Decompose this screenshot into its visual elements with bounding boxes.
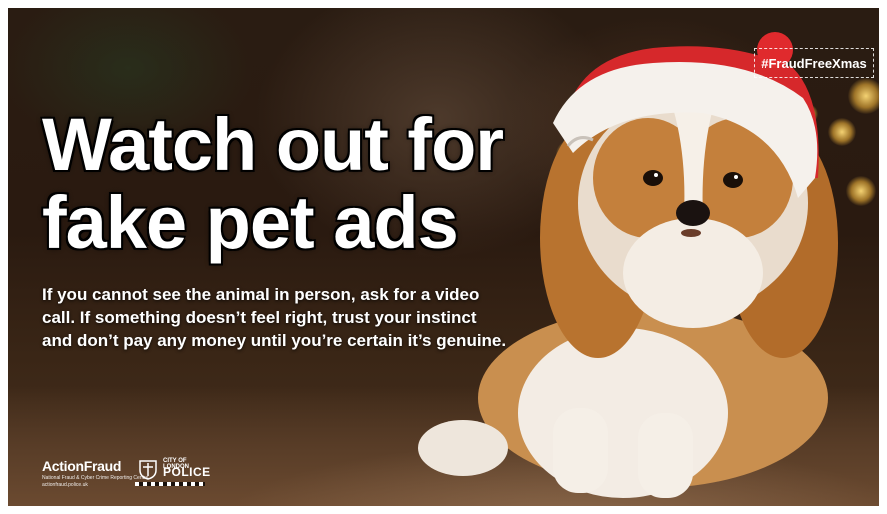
- action-fraud-logo: ActionFraud National Fraud & Cyber Crime…: [42, 458, 148, 488]
- ad-banner: #FraudFreeXmas Watch out for fake pet ad…: [8, 8, 879, 506]
- body-line-2: call. If something doesn’t feel right, t…: [42, 308, 477, 327]
- body-line-1: If you cannot see the animal in person, …: [42, 285, 480, 304]
- body-line-3: and don’t pay any money until you’re cer…: [42, 331, 507, 350]
- headline-line-1: Watch out for: [42, 103, 504, 186]
- police-label: POLICE: [163, 465, 211, 479]
- dog-image: [418, 32, 838, 498]
- crest-icon: [139, 460, 157, 480]
- headline: Watch out for fake pet ads: [42, 103, 504, 264]
- body-text: If you cannot see the animal in person, …: [42, 283, 532, 352]
- headline-line-2: fake pet ads: [42, 181, 459, 264]
- police-checker-band: [135, 482, 205, 486]
- action-fraud-tagline: National Fraud & Cyber Crime Reporting C…: [42, 475, 149, 481]
- city-of-london-police-logo: CITY OF LONDON POLICE: [135, 458, 210, 488]
- action-fraud-name: ActionFraud: [42, 458, 122, 474]
- action-fraud-url: actionfraud.police.uk: [42, 482, 88, 488]
- hashtag-label: #FraudFreeXmas: [754, 48, 874, 78]
